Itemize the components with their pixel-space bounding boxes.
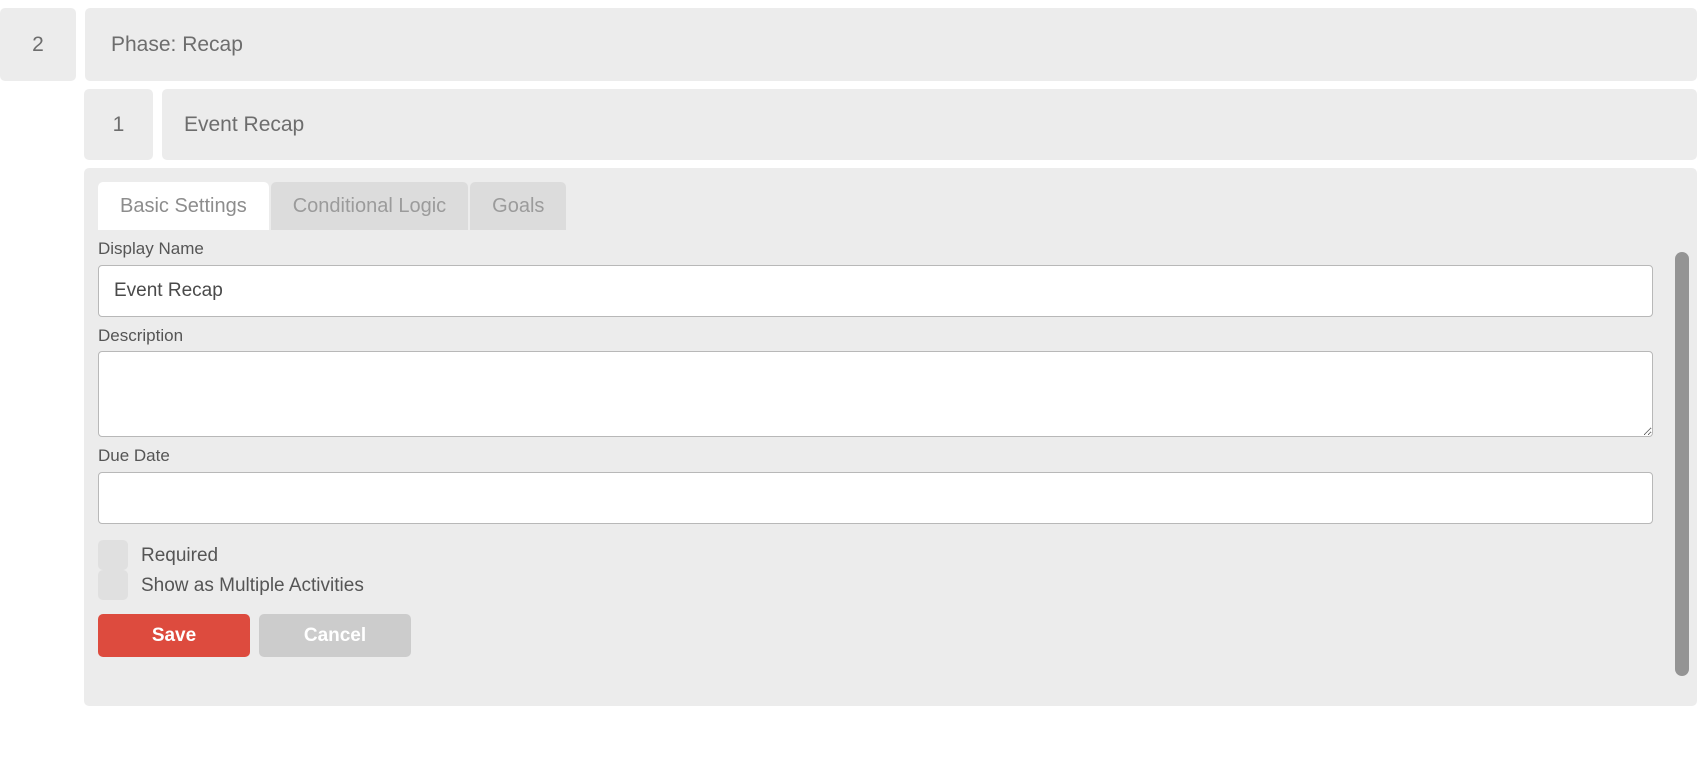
required-checkbox[interactable] [98, 540, 128, 571]
due-date-field-group: Due Date [98, 446, 1683, 525]
required-checkbox-row: Required [98, 540, 1683, 571]
save-button[interactable]: Save [98, 614, 250, 658]
multiple-activities-checkbox-row: Show as Multiple Activities [98, 570, 1683, 601]
page-root: 2 Phase: Recap 1 Event Recap Basic Setti… [0, 0, 1700, 774]
display-name-label: Display Name [98, 239, 204, 258]
due-date-input[interactable] [98, 472, 1653, 525]
activity-row: 1 Event Recap [84, 89, 1697, 160]
tab-basic-settings[interactable]: Basic Settings [98, 182, 269, 230]
tab-conditional-logic[interactable]: Conditional Logic [270, 182, 469, 230]
settings-action-buttons: Save Cancel [98, 614, 1683, 658]
phase-title-bar[interactable]: Phase: Recap [85, 8, 1697, 81]
show-as-multiple-activities-label: Show as Multiple Activities [141, 574, 364, 596]
cancel-button[interactable]: Cancel [259, 614, 411, 658]
tab-basic-settings-label: Basic Settings [120, 194, 247, 217]
description-field-group: Description [98, 325, 1683, 438]
display-name-input[interactable] [98, 264, 1653, 317]
panel-scrollbar-thumb[interactable] [1675, 252, 1689, 676]
panel-scrollbar-track[interactable] [1675, 168, 1693, 706]
phase-title-label: Phase: Recap [111, 32, 243, 56]
settings-tabs: Basic Settings Conditional Logic Goals [98, 182, 1683, 230]
required-checkbox-label: Required [141, 544, 219, 566]
display-name-field-group: Display Name [98, 239, 1683, 317]
activity-number-badge: 1 [84, 89, 153, 160]
description-textarea[interactable] [98, 351, 1653, 438]
settings-panel-content: Basic Settings Conditional Logic Goals D… [84, 168, 1697, 706]
activity-settings-panel: Basic Settings Conditional Logic Goals D… [84, 168, 1697, 706]
tab-conditional-logic-label: Conditional Logic [292, 194, 447, 217]
phase-row: 2 Phase: Recap [0, 8, 1697, 81]
activity-number-label: 1 [112, 112, 125, 136]
tab-goals[interactable]: Goals [470, 182, 567, 230]
show-as-multiple-activities-checkbox[interactable] [98, 570, 128, 601]
tab-goals-label: Goals [492, 194, 545, 217]
due-date-label: Due Date [98, 446, 170, 466]
settings-checkbox-group: Required Show as Multiple Activities [98, 540, 1683, 601]
activity-title-label: Event Recap [184, 112, 305, 136]
phase-number-label: 2 [32, 32, 44, 56]
description-label: Description [98, 325, 184, 345]
phase-number-badge: 2 [0, 8, 76, 81]
activity-title-bar[interactable]: Event Recap [162, 89, 1697, 160]
